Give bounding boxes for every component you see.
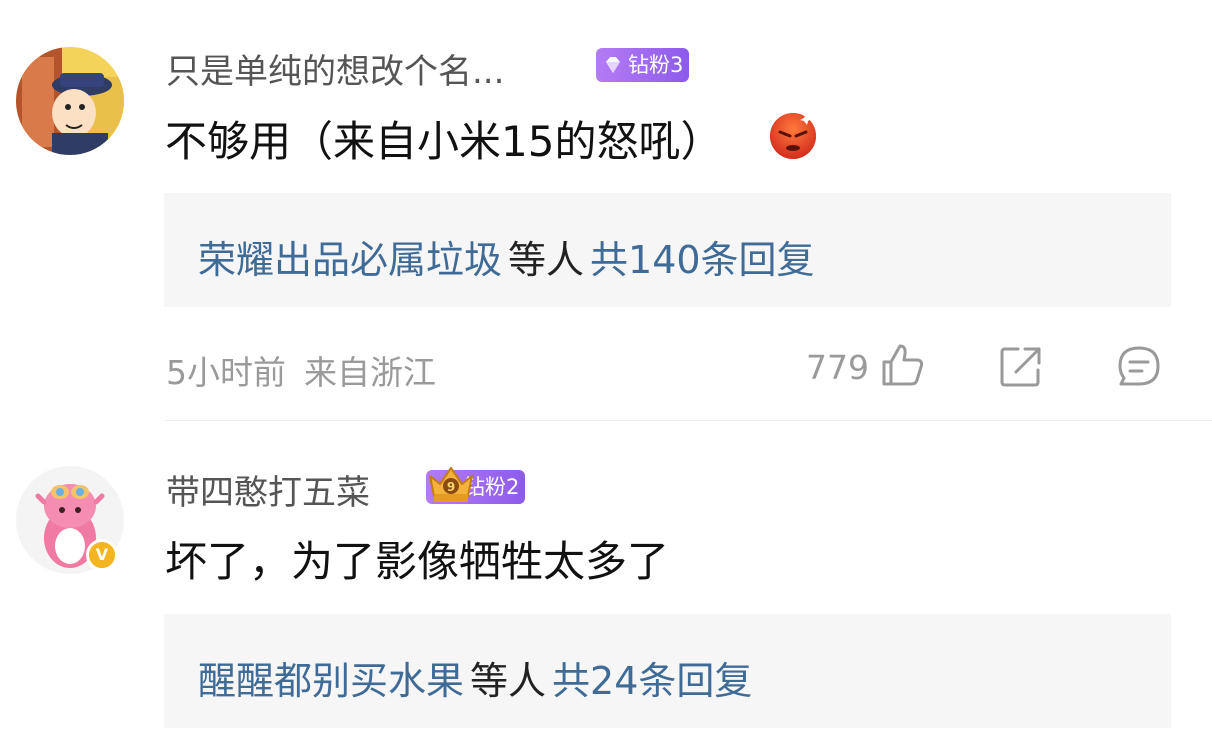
verified-badge: V <box>86 539 118 571</box>
reply-username[interactable]: 醒醒都别买水果 <box>198 659 464 703</box>
reply-separator: 等人 <box>470 659 547 703</box>
reply-preview[interactable]: 醒醒都别买水果 等人 共24条回复 <box>164 614 1171 728</box>
crown-icon: 9 <box>429 467 473 502</box>
comment-username[interactable]: 带四憨打五菜 <box>166 465 370 514</box>
comment-text: 坏了，为了影像牺牲太多了 <box>165 537 670 586</box>
comment-item: V 带四憨打五菜 钻粉2 9 坏了，为了影像牺牲太多了 醒醒都别买水果 等人 共24… <box>0 0 1212 741</box>
reply-count-link[interactable]: 共24条回复 <box>552 659 752 703</box>
svg-text:9: 9 <box>447 480 455 494</box>
